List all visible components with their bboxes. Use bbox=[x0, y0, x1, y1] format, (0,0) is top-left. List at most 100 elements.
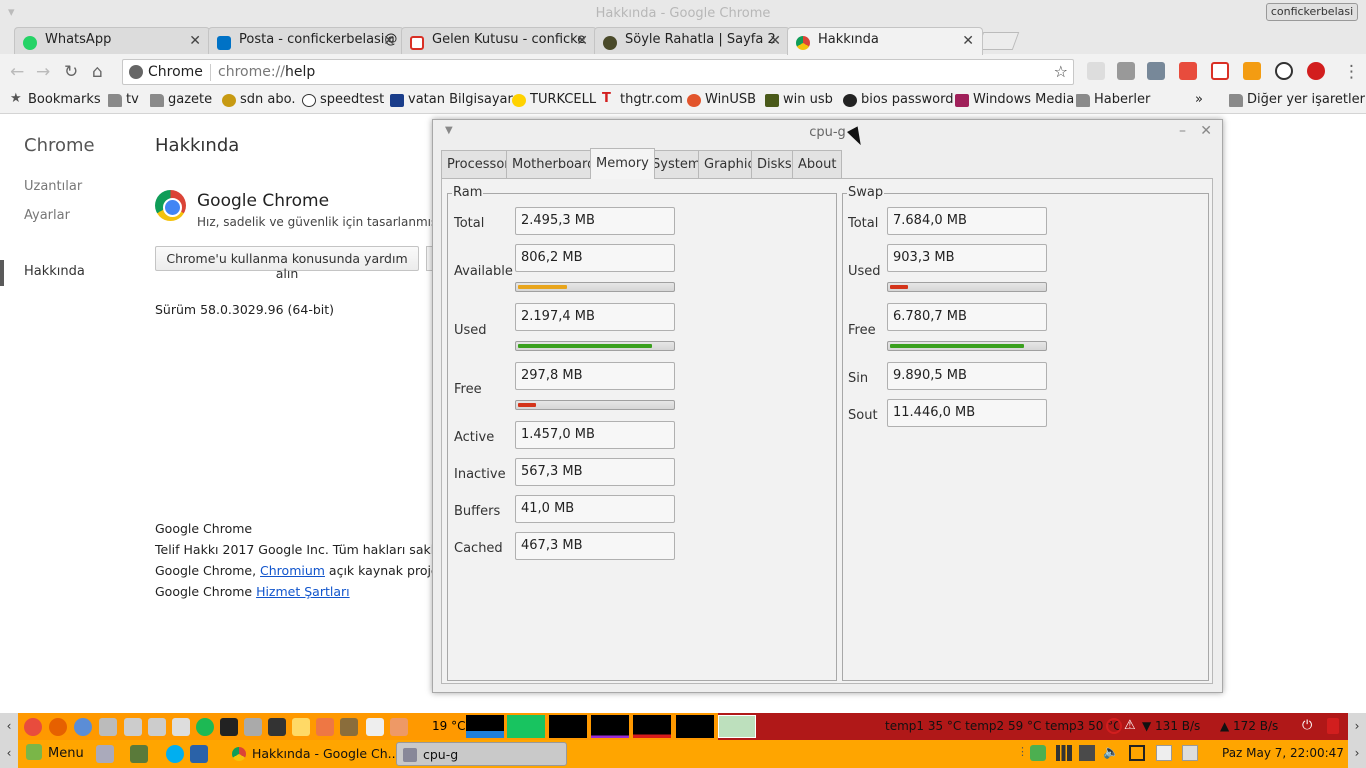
load-graph[interactable] bbox=[633, 715, 671, 738]
equalizer-icon[interactable] bbox=[1147, 62, 1165, 80]
tab-processor[interactable]: Processor bbox=[441, 150, 516, 178]
bookmark-turkcell[interactable]: TURKCELL bbox=[512, 92, 596, 107]
sidebar-item-settings[interactable]: Ayarlar bbox=[24, 208, 70, 223]
terminal-launcher-icon[interactable] bbox=[220, 718, 238, 736]
home-icon[interactable]: ⌂ bbox=[92, 62, 103, 82]
tab-soyle-rahatla[interactable]: Söyle Rahatla | Sayfa 2 ✕ bbox=[594, 27, 790, 55]
tab-close-icon[interactable]: ✕ bbox=[962, 33, 974, 49]
notes-tray-icon[interactable] bbox=[1156, 745, 1172, 761]
profile-button[interactable]: confickerbelasi bbox=[1266, 3, 1358, 21]
tab-about[interactable]: About bbox=[792, 150, 843, 178]
tab-memory[interactable]: Memory bbox=[590, 148, 655, 179]
alert-icon[interactable]: ⚠ bbox=[1124, 718, 1140, 734]
gimp-launcher-icon[interactable] bbox=[340, 718, 358, 736]
notes-icon[interactable] bbox=[1243, 62, 1261, 80]
bookmark-windows-media[interactable]: Windows Media bbox=[955, 92, 1074, 107]
tab-whatsapp[interactable]: WhatsApp ✕ bbox=[14, 27, 210, 55]
new-tab-button[interactable] bbox=[976, 32, 1020, 50]
clock[interactable]: Paz May 7, 22:00:47 bbox=[1222, 746, 1344, 760]
software-launcher-icon[interactable] bbox=[390, 718, 408, 736]
bookmark-folder-tv[interactable]: tv bbox=[108, 92, 139, 107]
skype-icon[interactable] bbox=[166, 745, 184, 763]
volume-icon[interactable]: 🔈 bbox=[1103, 745, 1119, 761]
taskbar-scroll-right-icon[interactable]: › bbox=[1348, 740, 1366, 768]
omnibox-url[interactable]: chrome://help bbox=[218, 64, 315, 80]
tab-close-icon[interactable]: ✕ bbox=[383, 33, 395, 49]
bookmark-folder-gazete[interactable]: gazete bbox=[150, 92, 212, 107]
omnibox[interactable]: Chrome chrome://help ☆ bbox=[122, 59, 1074, 85]
adblock-icon[interactable] bbox=[1307, 62, 1325, 80]
tab-disks[interactable]: Disks bbox=[751, 150, 798, 178]
media-player-launcher-icon[interactable] bbox=[268, 718, 286, 736]
battery-icon[interactable] bbox=[1129, 745, 1145, 761]
tab-close-icon[interactable]: ✕ bbox=[769, 33, 781, 49]
bookmark-vatan[interactable]: vatan Bilgisayar bbox=[390, 92, 513, 107]
tools-launcher-icon[interactable] bbox=[99, 718, 117, 736]
lock-icon[interactable] bbox=[1327, 718, 1339, 734]
tab-posta[interactable]: Posta - confickerbelasi@ ✕ bbox=[208, 27, 404, 55]
swap-graph[interactable] bbox=[549, 715, 587, 738]
chromium-link[interactable]: Chromium bbox=[260, 563, 325, 578]
memory-graph[interactable] bbox=[507, 715, 545, 738]
add-icon[interactable] bbox=[1179, 62, 1197, 80]
wireless-icon[interactable] bbox=[1106, 718, 1122, 734]
bookmark-bookmarks[interactable]: ★ Bookmarks bbox=[10, 91, 101, 107]
page-info-icon[interactable] bbox=[129, 65, 143, 79]
cpu-graph[interactable] bbox=[466, 715, 504, 738]
minimize-icon[interactable]: – bbox=[1179, 123, 1186, 139]
image-viewer-launcher-icon[interactable] bbox=[316, 718, 334, 736]
firefox-launcher-icon[interactable] bbox=[49, 718, 67, 736]
shield-icon[interactable] bbox=[1030, 745, 1046, 761]
terminal-icon[interactable] bbox=[130, 745, 148, 763]
bookmark-bios-password[interactable]: bios password bbox=[843, 92, 953, 107]
power-icon[interactable]: ⏻ bbox=[1302, 718, 1318, 734]
other-bookmarks-folder[interactable]: Diğer yer işaretleri bbox=[1229, 92, 1366, 107]
get-help-button[interactable]: Chrome'u kullanma konusunda yardım alın bbox=[155, 246, 419, 281]
panel-scroll-left-icon[interactable]: ‹ bbox=[0, 713, 18, 740]
tab-hakkinda[interactable]: Hakkında ✕ bbox=[787, 27, 983, 55]
close-icon[interactable]: ✕ bbox=[1200, 123, 1212, 139]
chrome-menu-icon[interactable]: ⋮ bbox=[1343, 62, 1360, 82]
display-icon[interactable] bbox=[1079, 745, 1095, 761]
bookmark-star-icon[interactable]: ☆ bbox=[1054, 62, 1068, 81]
taskbar-scroll-left-icon[interactable]: ‹ bbox=[0, 740, 18, 768]
gmail-checker-icon[interactable] bbox=[1211, 62, 1229, 80]
notes-launcher-icon[interactable] bbox=[366, 718, 384, 736]
thermal-graph[interactable] bbox=[718, 715, 756, 738]
signal-icon[interactable] bbox=[1056, 745, 1072, 761]
bookmark-winusb[interactable]: WinUSB bbox=[687, 92, 756, 107]
network-graph[interactable] bbox=[591, 715, 629, 738]
menu-button[interactable]: Menu bbox=[26, 744, 84, 761]
bookmark-thgtr[interactable]: Tthgtr.com bbox=[602, 91, 683, 107]
tab-close-icon[interactable]: ✕ bbox=[189, 33, 201, 49]
bookmark-sdn[interactable]: sdn abo. bbox=[222, 92, 295, 107]
bookmark-folder-haberler[interactable]: Haberler bbox=[1076, 92, 1150, 107]
tab-close-icon[interactable]: ✕ bbox=[576, 33, 588, 49]
tab-motherboard[interactable]: Motherboard bbox=[506, 150, 602, 178]
task-chrome[interactable]: Hakkında - Google Ch... bbox=[226, 742, 400, 766]
tab-gmail[interactable]: Gelen Kutusu - conficke ✕ bbox=[401, 27, 597, 55]
extension-icon[interactable] bbox=[1087, 62, 1105, 80]
usb2-launcher-icon[interactable] bbox=[148, 718, 166, 736]
chrome-launcher-icon[interactable] bbox=[24, 718, 42, 736]
printer-icon[interactable] bbox=[1182, 745, 1198, 761]
forward-icon[interactable]: → bbox=[36, 62, 50, 82]
show-desktop-icon[interactable] bbox=[96, 745, 114, 763]
reload-icon[interactable]: ↻ bbox=[64, 62, 78, 82]
task-cpu-g[interactable]: cpu-g bbox=[396, 742, 567, 766]
sidebar-item-about[interactable]: Hakkında bbox=[24, 264, 85, 279]
bookmarks-overflow-button[interactable]: » bbox=[1177, 92, 1203, 107]
video-editor-launcher-icon[interactable] bbox=[292, 718, 310, 736]
disk-graph[interactable] bbox=[676, 715, 714, 738]
bookmark-speedtest[interactable]: speedtest bbox=[302, 92, 384, 107]
speed-icon[interactable] bbox=[1275, 62, 1293, 80]
sidebar-item-extensions[interactable]: Uzantılar bbox=[24, 179, 82, 194]
bookmark-win-usb[interactable]: win usb bbox=[765, 92, 833, 107]
monitor-launcher-icon[interactable] bbox=[244, 718, 262, 736]
panel-scroll-right-icon[interactable]: › bbox=[1348, 713, 1366, 740]
steam-icon[interactable] bbox=[190, 745, 208, 763]
usb-launcher-icon[interactable] bbox=[124, 718, 142, 736]
spotify-launcher-icon[interactable] bbox=[196, 718, 214, 736]
calculator-launcher-icon[interactable] bbox=[172, 718, 190, 736]
terms-link[interactable]: Hizmet Şartları bbox=[256, 584, 350, 599]
